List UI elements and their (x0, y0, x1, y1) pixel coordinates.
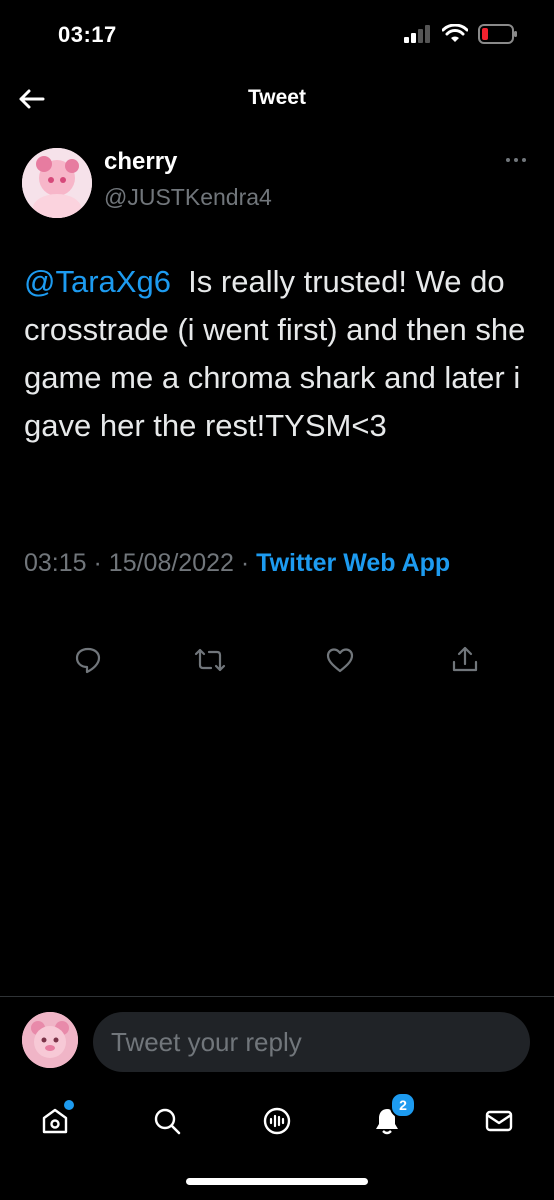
messages-icon[interactable] (476, 1098, 522, 1144)
status-time: 03:17 (58, 22, 117, 47)
notifications-badge: 2 (390, 1092, 416, 1118)
home-badge-dot (64, 1100, 74, 1110)
reply-icon[interactable] (66, 638, 110, 682)
spaces-icon[interactable] (254, 1098, 300, 1144)
current-user-avatar[interactable] (22, 1012, 78, 1068)
reply-divider (0, 996, 554, 997)
notifications-icon[interactable]: 2 (364, 1092, 416, 1144)
tweet-actions (0, 638, 554, 688)
meta-separator: · (93, 549, 102, 577)
share-icon[interactable] (443, 638, 487, 682)
top-header: Tweet (0, 70, 554, 128)
like-icon[interactable] (318, 638, 362, 682)
mention-link[interactable]: @TaraXg6 (24, 264, 171, 299)
author-display-name[interactable]: cherry (104, 148, 177, 176)
author-avatar[interactable] (22, 148, 92, 218)
reply-input[interactable] (93, 1012, 530, 1072)
page-title: Tweet (248, 86, 306, 109)
tweet-client[interactable]: Twitter Web App (256, 549, 450, 577)
tweet-time[interactable]: 03:15 (24, 549, 87, 577)
home-icon[interactable] (32, 1098, 78, 1144)
tweet-date[interactable]: 15/08/2022 (109, 549, 234, 577)
cellular-signal-icon (404, 25, 432, 48)
wifi-icon (441, 23, 469, 49)
meta-separator: · (240, 549, 250, 577)
battery-low-icon (478, 24, 518, 49)
more-options-icon[interactable] (502, 150, 530, 170)
bottom-nav: 2 (0, 1090, 554, 1150)
retweet-icon[interactable] (188, 638, 232, 682)
home-indicator (186, 1178, 368, 1185)
tweet-text: @TaraXg6 Is really trusted! We do crosst… (24, 258, 539, 450)
tweet-meta: 03:15 · 15/08/2022 · Twitter Web App (24, 544, 534, 582)
author-handle[interactable]: @JUSTKendra4 (104, 184, 272, 211)
search-icon[interactable] (144, 1098, 190, 1144)
status-icons (404, 23, 518, 49)
status-bar: 03:17 (0, 0, 554, 70)
tweet-detail-screen: 03:17 Tweet cherry @JUSTKendra4 @TaraXg6… (0, 0, 554, 1200)
